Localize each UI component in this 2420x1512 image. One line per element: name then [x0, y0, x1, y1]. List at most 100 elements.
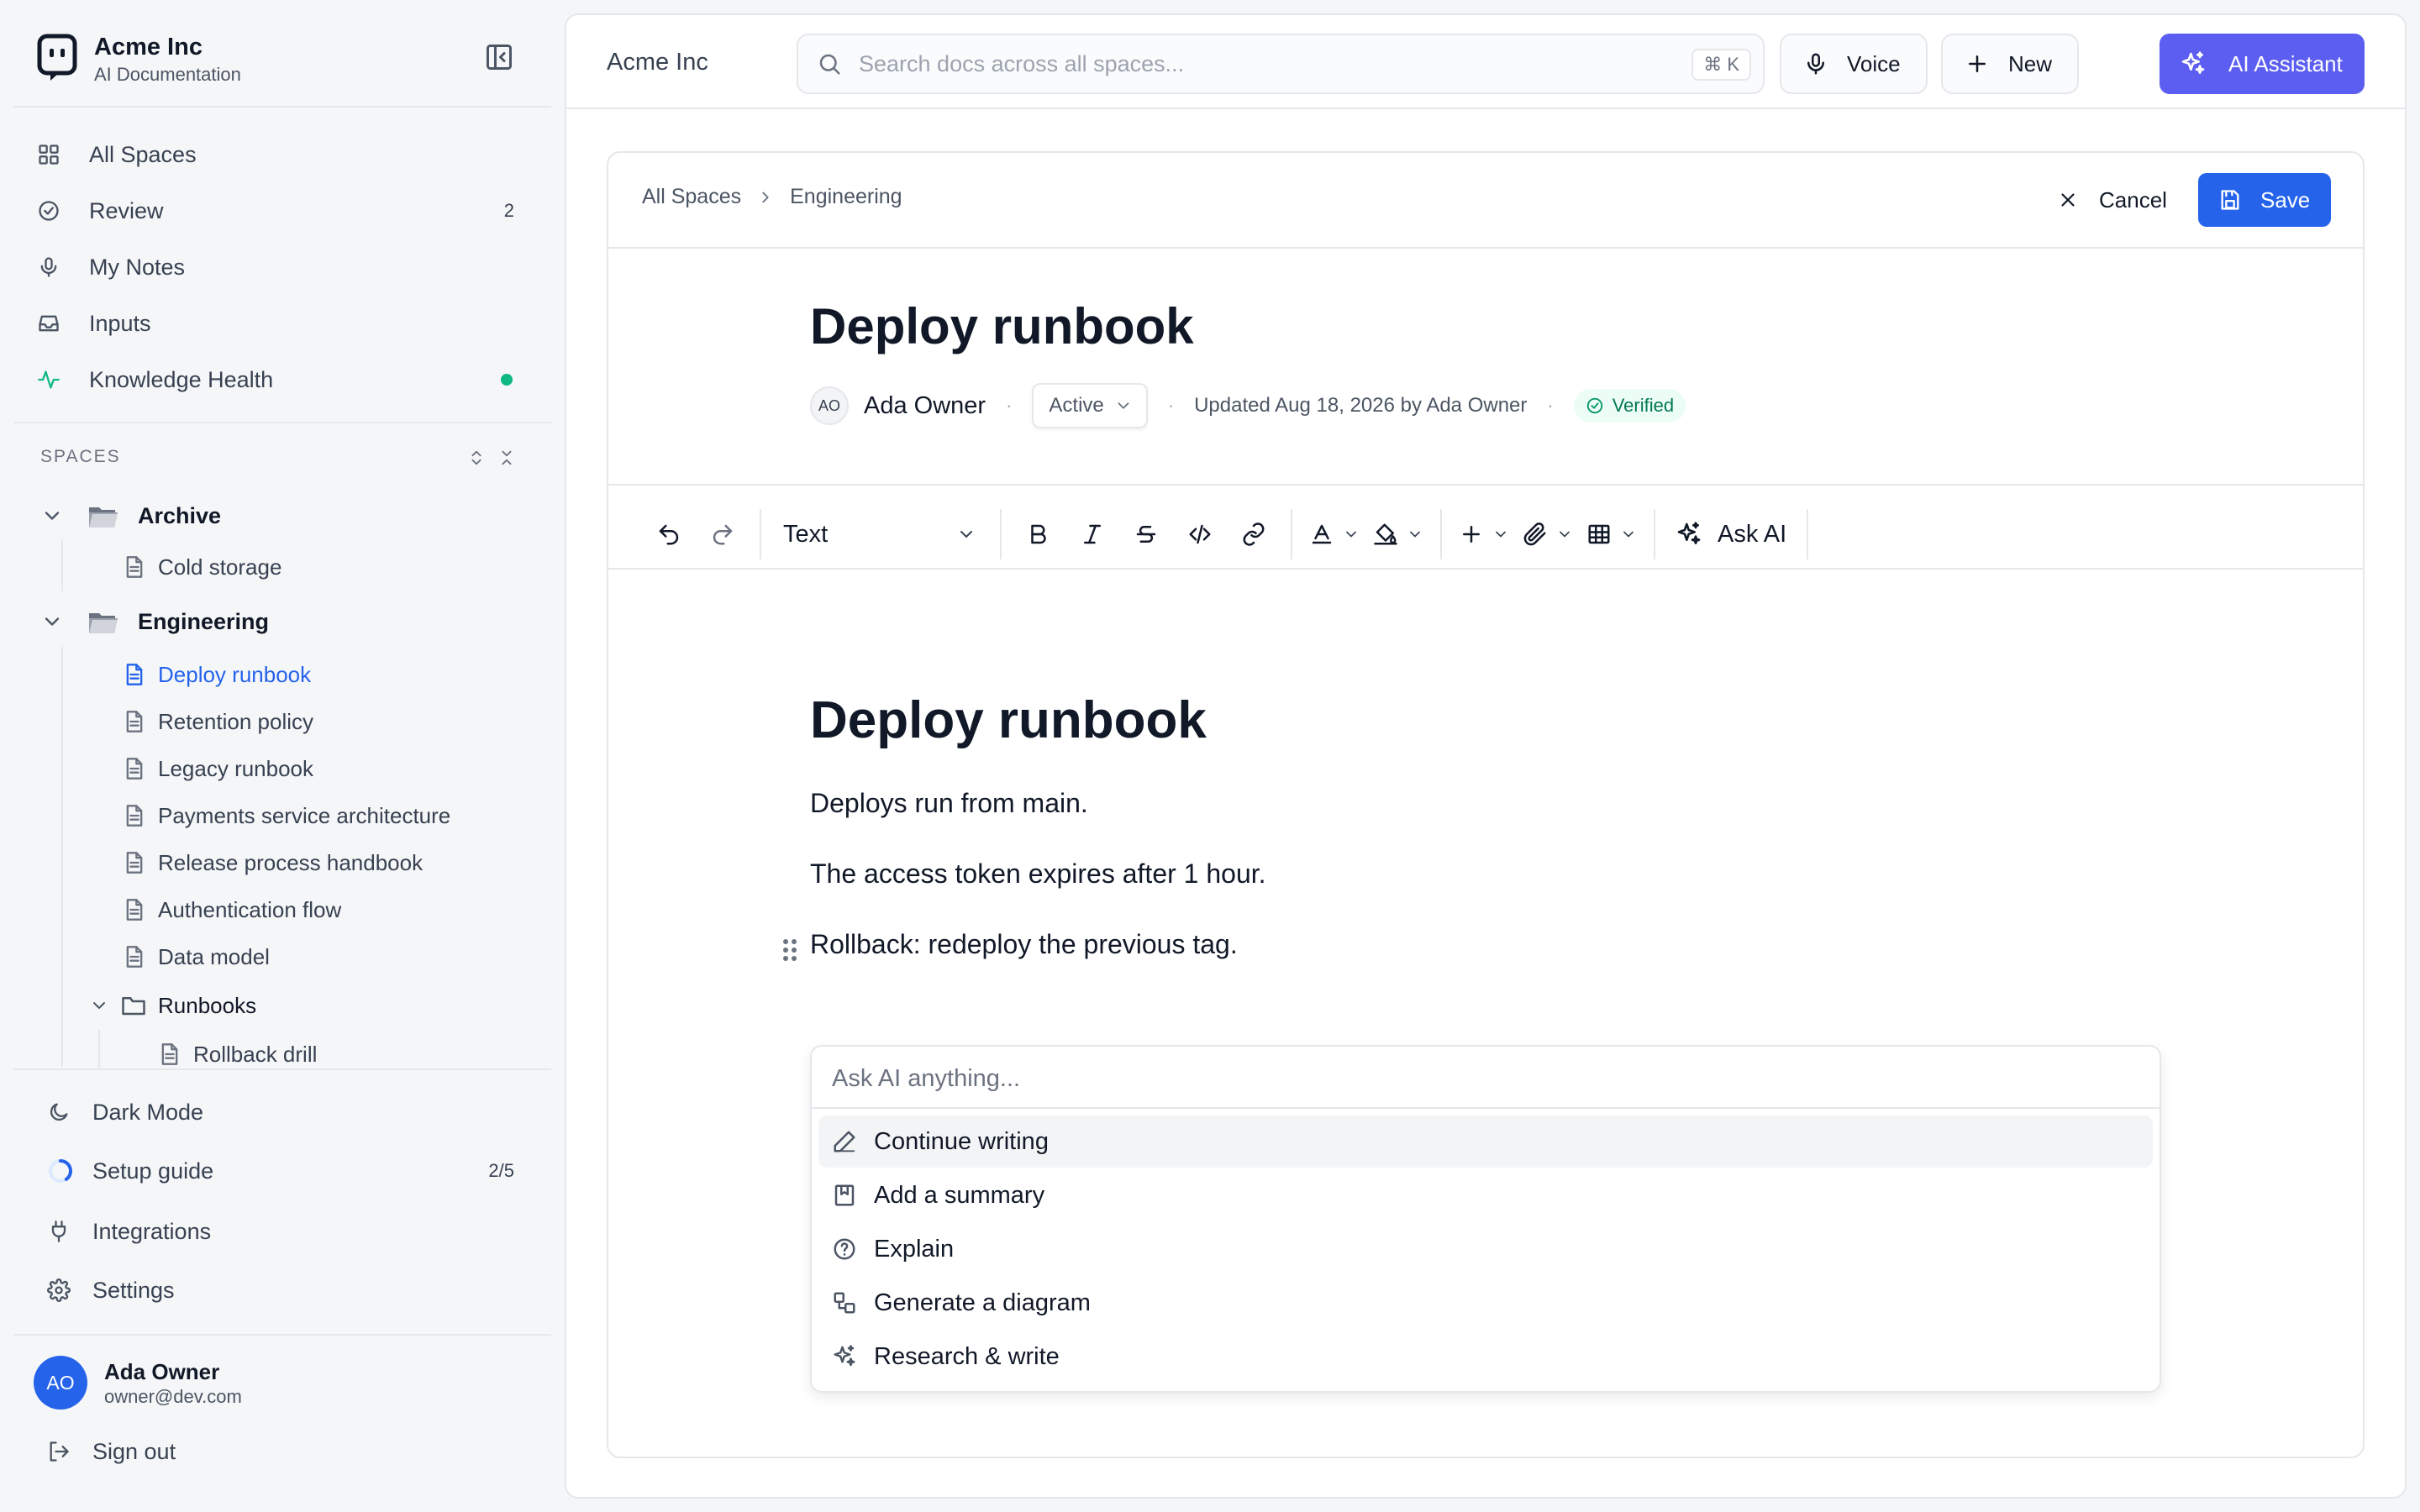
setup-guide[interactable]: Setup guide 2/5	[47, 1146, 526, 1196]
editor-paragraph[interactable]: Deploys run from main.	[810, 788, 1088, 819]
voice-button[interactable]: Voice	[1780, 34, 1928, 94]
doc-cold-storage[interactable]: Cold storage	[124, 545, 281, 589]
sign-out-button[interactable]: Sign out	[47, 1426, 526, 1477]
search-shortcut-hint: ⌘ K	[1691, 49, 1751, 81]
bottom-label: Settings	[92, 1277, 175, 1303]
chevron-down-icon	[1560, 531, 1570, 538]
nav-label: My Notes	[89, 254, 186, 280]
doc-label: Authentication flow	[158, 896, 342, 922]
chevron-down-icon	[1346, 531, 1356, 538]
expand-all-icon[interactable]	[467, 449, 487, 469]
toolbar-separator	[760, 509, 761, 559]
plus-icon	[1463, 526, 1480, 543]
ai-option-explain[interactable]: Explain	[818, 1223, 2153, 1275]
new-button[interactable]: New	[1941, 34, 2079, 94]
breadcrumb-engineering[interactable]: Engineering	[790, 185, 902, 209]
ai-assistant-label: AI Assistant	[2228, 50, 2343, 76]
folder-runbooks[interactable]: Runbooks	[89, 984, 256, 1027]
link-button[interactable]	[1227, 509, 1281, 559]
nav-inputs[interactable]: Inputs	[37, 299, 524, 348]
settings-link[interactable]: Settings	[47, 1265, 526, 1315]
user-profile[interactable]: AO Ada Owner owner@dev.com	[34, 1356, 538, 1411]
doc-data-model[interactable]: Data model	[124, 935, 270, 979]
editor-heading[interactable]: Deploy runbook	[810, 690, 1207, 750]
chevron-down-icon[interactable]	[89, 995, 109, 1016]
ask-ai-input[interactable]	[832, 1062, 2126, 1095]
nav-my-notes[interactable]: My Notes	[37, 243, 524, 291]
nav-all-spaces[interactable]: All Spaces	[37, 130, 524, 179]
nav-knowledge-health[interactable]: Knowledge Health	[37, 355, 524, 404]
card-divider	[608, 568, 2363, 570]
status-dropdown[interactable]: Active	[1032, 383, 1148, 428]
logo-icon	[37, 34, 77, 82]
doc-retention-policy[interactable]: Retention policy	[124, 700, 313, 743]
author-avatar: AO	[810, 386, 849, 425]
breadcrumb-all-spaces[interactable]: All Spaces	[642, 185, 741, 209]
search-bar[interactable]: ⌘ K	[797, 34, 1765, 94]
workspace-title: Acme Inc	[607, 49, 708, 76]
highlight-button[interactable]	[1366, 509, 1430, 559]
gear-icon	[47, 1277, 92, 1304]
chevron-down-icon[interactable]	[40, 610, 64, 633]
save-button[interactable]: Save	[2198, 173, 2331, 227]
collapse-all-icon[interactable]	[497, 449, 518, 469]
paint-bucket-icon	[1374, 523, 1397, 545]
ask-ai-button[interactable]: Ask AI	[1665, 509, 1797, 559]
doc-deploy-runbook[interactable]: Deploy runbook	[124, 653, 311, 696]
ai-option-continue-writing[interactable]: Continue writing	[818, 1116, 2153, 1168]
save-label: Save	[2260, 186, 2311, 213]
doc-authentication-flow[interactable]: Authentication flow	[124, 888, 341, 932]
chevron-down-icon[interactable]	[40, 504, 64, 528]
ai-option-label: Continue writing	[874, 1127, 1049, 1155]
block-type-select[interactable]: Text	[771, 509, 990, 559]
ai-assistant-button[interactable]: AI Assistant	[2160, 34, 2365, 94]
chevron-down-icon	[1496, 531, 1506, 538]
document-title[interactable]: Deploy runbook	[810, 297, 1194, 355]
italic-button[interactable]	[1065, 509, 1119, 559]
strikethrough-button[interactable]	[1119, 509, 1173, 559]
bold-button[interactable]	[1012, 509, 1065, 559]
user-name: Ada Owner	[104, 1359, 220, 1384]
chevron-down-icon	[956, 524, 976, 544]
text-color-button[interactable]	[1302, 509, 1366, 559]
folder-engineering[interactable]: Engineering	[40, 600, 269, 643]
table-icon	[1588, 524, 1610, 544]
grid-icon	[37, 142, 89, 167]
doc-release-process-handbook[interactable]: Release process handbook	[124, 841, 423, 885]
attachment-button[interactable]	[1516, 509, 1580, 559]
doc-payments-service-architecture[interactable]: Payments service architecture	[124, 794, 450, 837]
table-button[interactable]	[1580, 509, 1644, 559]
inbox-icon	[37, 311, 89, 336]
ai-option-add-summary[interactable]: Add a summary	[818, 1169, 2153, 1221]
doc-legacy-runbook[interactable]: Legacy runbook	[124, 747, 313, 790]
ai-option-label: Research & write	[874, 1342, 1060, 1370]
card-divider	[608, 247, 2363, 249]
voice-label: Voice	[1847, 50, 1901, 76]
nav-review[interactable]: Review 2	[37, 186, 524, 235]
toolbar-separator	[1291, 509, 1292, 559]
insert-button[interactable]	[1452, 509, 1516, 559]
toolbar-separator	[1654, 509, 1655, 559]
folder-archive[interactable]: Archive	[40, 494, 221, 538]
drag-handle-icon[interactable]	[781, 937, 798, 963]
ai-option-research-write[interactable]: Research & write	[818, 1331, 2153, 1383]
integrations-link[interactable]: Integrations	[47, 1206, 526, 1257]
editor-paragraph[interactable]: The access token expires after 1 hour.	[810, 858, 1266, 890]
collapse-sidebar-button[interactable]	[484, 42, 514, 72]
search-input[interactable]	[859, 50, 1665, 77]
undo-button[interactable]	[642, 509, 696, 559]
editor-paragraph[interactable]: Rollback: redeploy the previous tag.	[810, 929, 1238, 960]
folder-label: Engineering	[138, 608, 270, 634]
code-button[interactable]	[1173, 509, 1227, 559]
ai-option-generate-diagram[interactable]: Generate a diagram	[818, 1277, 2153, 1329]
doc-label: Deploy runbook	[158, 661, 312, 687]
folder-label: Archive	[138, 502, 222, 528]
redo-button[interactable]	[696, 509, 750, 559]
meta-separator: ·	[1006, 395, 1013, 416]
nav-label: Inputs	[89, 310, 151, 336]
brand-name: Acme Inc	[94, 34, 203, 60]
dark-mode-toggle[interactable]: Dark Mode	[47, 1087, 526, 1137]
review-count-badge: 2	[503, 200, 514, 221]
cancel-button[interactable]: Cancel	[2057, 173, 2167, 227]
status-value: Active	[1049, 394, 1104, 417]
